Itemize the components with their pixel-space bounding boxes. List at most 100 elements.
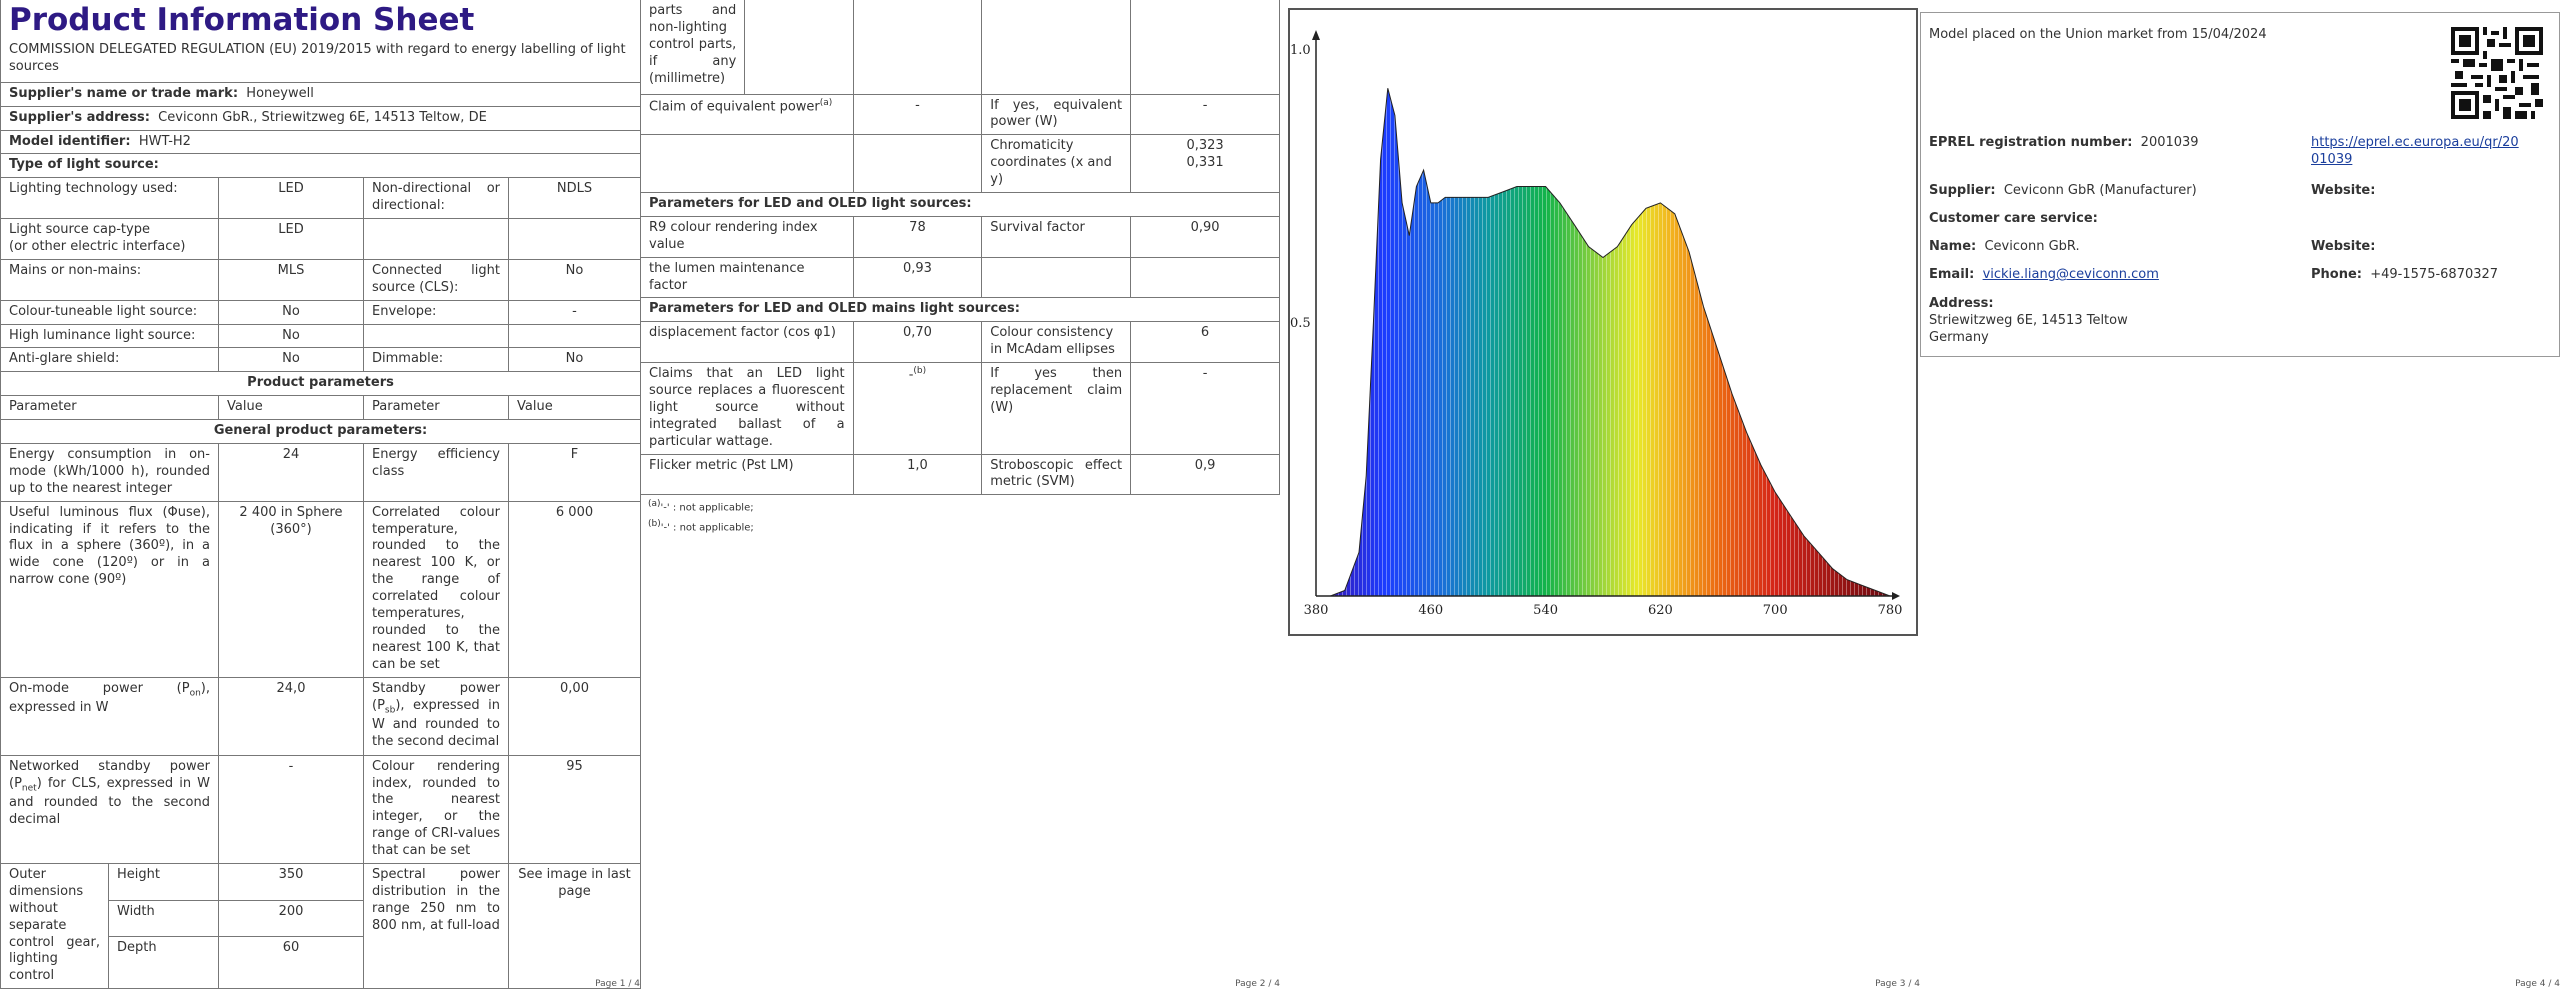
eprel-link[interactable]: https://eprel.ec.europa.eu/qr/20 01039 [2311, 135, 2551, 169]
address-block: Address: Striewitzweg 6E, 14513 Teltow G… [1929, 296, 2128, 347]
type-p1: High luminance light source: [0, 323, 219, 349]
type-rows: Lighting technology used: LED Non-directio… [0, 177, 642, 373]
depth-label: Depth [108, 936, 219, 990]
name-row: Name: Ceviconn GbR. [1929, 239, 2080, 254]
cct-label: Correlated colour temperature, rounded t… [363, 500, 509, 678]
energy-consumption-value: 24 [218, 443, 364, 502]
footnote-b: (b)'-' : not applicable; [648, 518, 754, 533]
col-value-2: Value [507, 395, 642, 421]
on-mode-power-value: 24,0 [218, 676, 364, 756]
empty-cell [1130, 0, 1280, 95]
supplier-name-label: Supplier's name or trade mark: [9, 85, 239, 101]
type-p2: Dimmable: [363, 347, 509, 373]
type-p1: Colour-tuneable light source: [0, 299, 219, 325]
page-number: Page 1 / 4 [595, 979, 640, 990]
width-label: Width [108, 899, 219, 938]
supplier-address: Ceviconn GbR., Striewitzweg 6E, 14513 Te… [158, 109, 487, 125]
consistency-value: 6 [1130, 321, 1280, 364]
page-title: Product Information Sheet [9, 2, 475, 38]
type-p1: Mains or non-mains: [0, 258, 219, 301]
empty-cell [852, 134, 983, 193]
address-line-2: Germany [1929, 329, 1989, 345]
mains-params-heading: Parameters for LED and OLED mains light … [640, 297, 1280, 323]
type-row: Mains or non-mains: MLS Connected light so… [0, 258, 642, 301]
stroboscopic-label: Stroboscopic effect metric (SVM) [981, 453, 1132, 496]
empty-cell [640, 134, 854, 193]
page-number: Page 3 / 4 [1875, 979, 1920, 990]
cri-value: 95 [507, 754, 642, 864]
product-info-table-cont: parts and non-lighting control parts, if… [639, 0, 1280, 496]
efficiency-class-value: F [507, 443, 642, 502]
replacement-value: - [1130, 362, 1280, 455]
type-v1: LED [218, 218, 364, 260]
spectral-power-chart: 380 460 540 620 700 780 1.0 0.5 [1290, 30, 1902, 618]
outer-dimensions-label: Outer dimensions without separate contro… [0, 862, 109, 990]
x-tick-label: 620 [1648, 603, 1673, 618]
networked-standby-value: - [218, 754, 364, 864]
email-link[interactable]: vickie.liang@ceviconn.com [1983, 267, 2159, 282]
col-value: Value [218, 395, 364, 421]
type-p2 [363, 218, 509, 260]
cct-value: 6 000 [507, 500, 642, 678]
spectrum-chart-frame: 380 460 540 620 700 780 1.0 0.5 [1288, 8, 1918, 636]
type-v2 [507, 323, 642, 349]
page-4: Model placed on the Union market from 15… [1920, 0, 2560, 1001]
address-label: Address: [1929, 296, 1994, 311]
on-mode-power-label: On-mode power (Pon), expressed in W [0, 676, 219, 756]
spectrum-stripes [1316, 88, 1890, 596]
chromaticity-value: 0,323 0,331 [1130, 134, 1280, 193]
product-params-heading: Product parameters [0, 371, 642, 397]
email-row: Email: vickie.liang@ceviconn.com [1929, 267, 2159, 282]
page-1: Product Information Sheet COMMISSION DEL… [0, 0, 642, 1001]
type-p2 [363, 323, 509, 349]
type-row: Light source cap-type (or other electric… [0, 218, 642, 260]
eprel-row: EPREL registration number: 2001039 [1929, 135, 2199, 150]
led-params-heading: Parameters for LED and OLED light source… [640, 191, 1280, 217]
qr-code-icon[interactable] [2451, 27, 2543, 119]
x-axis-arrow [1892, 592, 1900, 600]
model-identifier: HWT-H2 [138, 133, 191, 149]
height-label: Height [108, 862, 219, 901]
page-number: Page 4 / 4 [2515, 979, 2560, 990]
survival-label: Survival factor [981, 215, 1132, 258]
x-tick-label: 380 [1304, 603, 1329, 618]
depth-value: 60 [218, 936, 364, 990]
general-heading: General product parameters: [0, 419, 642, 445]
model-label: Model identifier: [9, 133, 131, 149]
empty-cell [981, 0, 1132, 95]
type-v2: - [507, 299, 642, 325]
replacement-label: If yes then replacement claim (W) [981, 362, 1132, 455]
width-value: 200 [218, 899, 364, 938]
eprel-number: 2001039 [2140, 135, 2199, 150]
regulation-text: COMMISSION DELEGATED REGULATION (EU) 201… [9, 42, 626, 74]
y-tick-label: 1.0 [1290, 43, 1311, 58]
y-tick-label: 0.5 [1290, 316, 1311, 331]
type-p1: Light source cap-type (or other electric… [0, 218, 219, 260]
standby-power-label: Standby power (Psb), expressed in W and … [363, 676, 509, 756]
col-parameter: Parameter [0, 395, 219, 421]
footnote-a: (a)'-' : not applicable; [648, 499, 754, 514]
equiv-claim-label: Claim of equivalent power(a) [640, 93, 854, 136]
cri-label: Colour rendering index, rounded to the n… [363, 754, 509, 864]
type-v1: MLS [218, 258, 364, 301]
standby-power-value: 0,00 [507, 676, 642, 756]
x-tick-label: 700 [1763, 603, 1788, 618]
type-p1: Lighting technology used: [0, 177, 219, 220]
product-info-table: Product Information Sheet COMMISSION DEL… [0, 0, 642, 990]
supplier-name: Honeywell [246, 85, 314, 101]
stroboscopic-value: 0,9 [1130, 453, 1280, 496]
networked-standby-label: Networked standby power (Pnet) for CLS, … [0, 754, 219, 864]
spd-label: Spectral power distribution in the range… [363, 862, 509, 990]
empty-cell [981, 256, 1132, 299]
flicker-label: Flicker metric (Pst LM) [640, 453, 854, 496]
r9-label: R9 colour rendering index value [640, 215, 854, 258]
type-v1: No [218, 323, 364, 349]
placed-on-market: Model placed on the Union market from 15… [1929, 27, 2267, 42]
supplier-row: Supplier: Ceviconn GbR (Manufacturer) [1929, 183, 2197, 198]
y-axis-arrow [1312, 30, 1320, 40]
type-v2: No [507, 258, 642, 301]
col-parameter-2: Parameter [363, 395, 509, 421]
supplier-info-box: Model placed on the Union market from 15… [1920, 12, 2560, 357]
type-heading: Type of light source: [0, 153, 642, 179]
chromaticity-label: Chromaticity coordinates (x and y) [981, 134, 1132, 193]
